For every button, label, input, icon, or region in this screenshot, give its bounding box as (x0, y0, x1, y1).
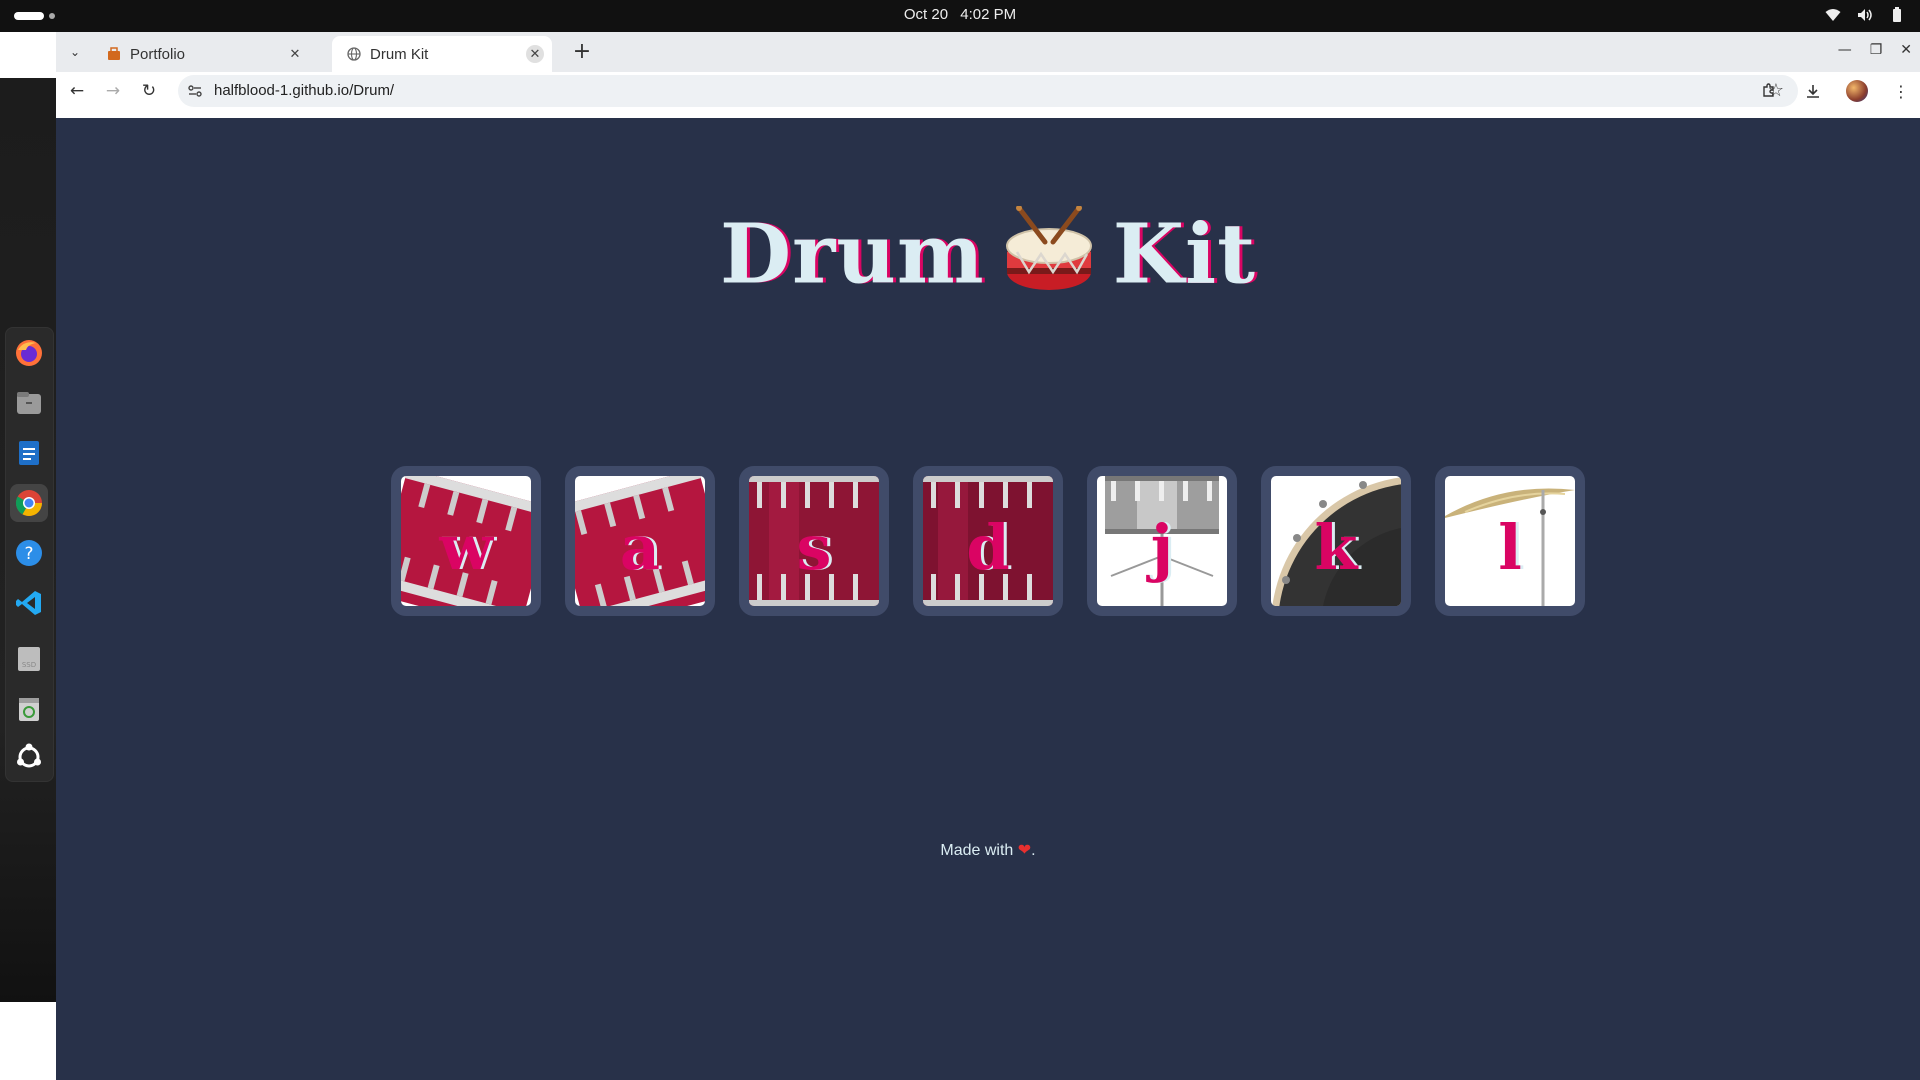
browser-window: ⌄ Portfolio ✕ Drum Kit ✕ + — ❐ ✕ ← → ↻ h… (56, 32, 1920, 1080)
window-controls: — ❐ ✕ (1838, 42, 1912, 58)
toolbar-actions: ⋮ (1758, 80, 1912, 102)
forward-arrow-icon[interactable]: → (102, 80, 124, 102)
browser-toolbar: ← → ↻ halfblood-1.github.io/Drum/ ☆ ⋮ (56, 72, 1920, 110)
site-settings-icon[interactable] (186, 82, 204, 100)
footer-end: . (1031, 842, 1036, 859)
system-top-bar: Oct 20 4:02 PM (0, 0, 1920, 32)
page-title: Drum Kit (56, 205, 1920, 316)
drum-kit-page: Drum Kit w a s d j k l Made with ❤. (56, 118, 1920, 1080)
drum-key-label: d (966, 511, 1010, 584)
system-tray[interactable] (1824, 6, 1906, 24)
vscode-icon[interactable] (10, 584, 48, 622)
clock-date: Oct 20 (903, 6, 949, 23)
heart-icon: ❤ (1017, 842, 1032, 859)
drum-key-l[interactable]: l (1435, 466, 1585, 616)
footer: Made with ❤. (56, 840, 1920, 860)
chevron-down-icon: ⌄ (69, 45, 81, 59)
firefox-icon[interactable] (10, 334, 48, 372)
chrome-icon[interactable] (10, 484, 48, 522)
drum-key-d[interactable]: d (913, 466, 1063, 616)
close-window-icon[interactable]: ✕ (1900, 42, 1912, 58)
menu-kebab-icon[interactable]: ⋮ (1890, 80, 1912, 102)
drum-key-w[interactable]: w (391, 466, 541, 616)
drum-key-label: j (1150, 511, 1174, 584)
writer-icon[interactable] (10, 434, 48, 472)
drum-key-k[interactable]: k (1261, 466, 1411, 616)
ssd-icon[interactable]: SSD (10, 640, 48, 678)
new-tab-button[interactable]: + (570, 41, 594, 65)
drum-set: w a s d j k l (391, 466, 1585, 616)
drum-key-label: l (1498, 511, 1522, 584)
drum-key-label: a (619, 511, 661, 584)
back-arrow-icon[interactable]: ← (66, 80, 88, 102)
footer-text: Made with (940, 842, 1014, 859)
download-icon[interactable] (1802, 80, 1824, 102)
drum-key-label: k (1314, 511, 1358, 584)
tab-portfolio[interactable]: Portfolio ✕ (92, 36, 312, 72)
extensions-icon[interactable] (1758, 80, 1780, 102)
wifi-icon[interactable] (1824, 6, 1842, 24)
profile-avatar[interactable] (1846, 80, 1868, 102)
drum-key-s[interactable]: s (739, 466, 889, 616)
title-drum: Drum (720, 206, 985, 303)
clock[interactable]: Oct 20 4:02 PM (0, 6, 1920, 23)
tab-search-button[interactable]: ⌄ (62, 39, 88, 65)
drum-key-j[interactable]: j (1087, 466, 1237, 616)
title-kit: Kit (1112, 206, 1256, 303)
minimize-icon[interactable]: — (1838, 42, 1852, 58)
dock-top-area (0, 32, 56, 78)
clock-time: 4:02 PM (960, 6, 1017, 23)
files-icon[interactable] (10, 384, 48, 422)
tab-strip: ⌄ Portfolio ✕ Drum Kit ✕ + — ❐ ✕ (56, 32, 1920, 72)
close-icon[interactable]: ✕ (286, 45, 304, 63)
dock-bottom-area (0, 1002, 56, 1080)
svg-text:SSD: SSD (22, 661, 36, 669)
trash-icon[interactable] (10, 690, 48, 728)
volume-icon[interactable] (1856, 6, 1874, 24)
battery-icon[interactable] (1888, 6, 1906, 24)
tab-title: Drum Kit (370, 45, 429, 63)
drum-key-label: w (439, 511, 493, 584)
drum-key-a[interactable]: a (565, 466, 715, 616)
tab-drum-kit[interactable]: Drum Kit ✕ (332, 36, 552, 72)
drum-emoji-icon (1003, 205, 1095, 316)
tab-title: Portfolio (130, 45, 186, 63)
ubuntu-icon[interactable] (10, 738, 48, 776)
drum-key-label: s (796, 511, 832, 584)
portfolio-favicon-icon (106, 46, 122, 62)
help-icon[interactable]: ? (10, 534, 48, 572)
globe-icon (346, 46, 362, 62)
url-text: halfblood-1.github.io/Drum/ (214, 82, 395, 99)
close-icon[interactable]: ✕ (526, 45, 544, 63)
svg-text:?: ? (24, 544, 33, 564)
restore-icon[interactable]: ❐ (1870, 42, 1883, 58)
address-bar[interactable]: halfblood-1.github.io/Drum/ ☆ (178, 75, 1798, 107)
reload-icon[interactable]: ↻ (138, 80, 160, 102)
